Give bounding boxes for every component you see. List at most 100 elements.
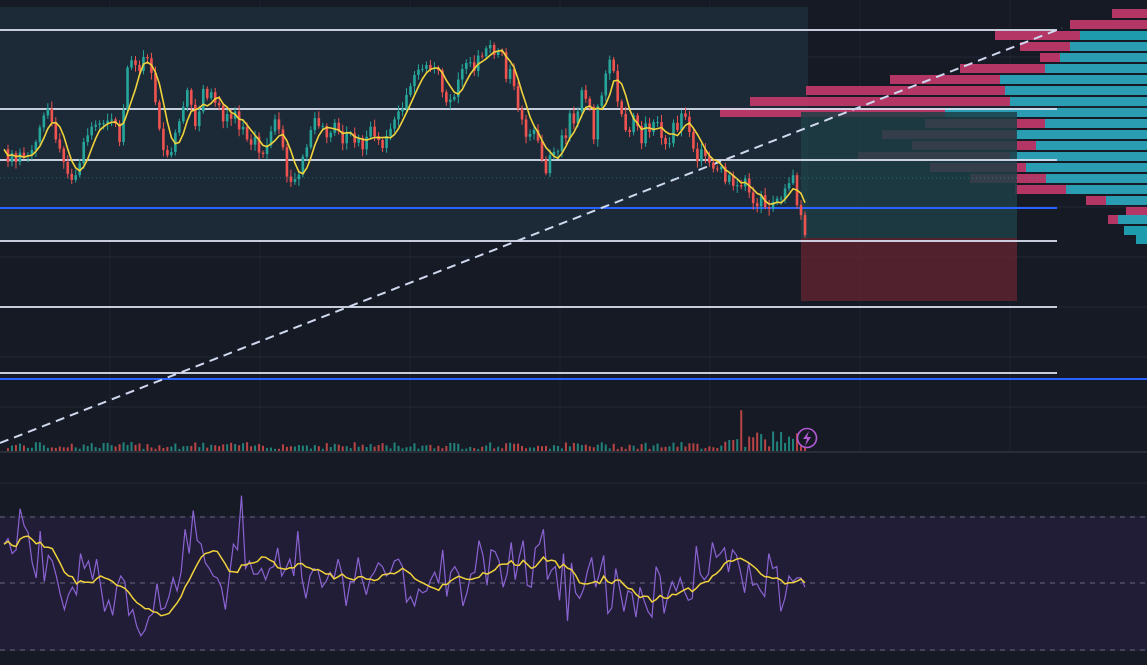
candle-body xyxy=(664,138,667,144)
volume-bar xyxy=(572,442,575,451)
volume-bar xyxy=(22,445,25,451)
volume-bar xyxy=(158,445,161,451)
volume-bar xyxy=(664,446,667,451)
candle-body xyxy=(528,134,532,137)
volume-bar xyxy=(540,446,543,451)
candle-body xyxy=(249,139,253,145)
volume-bar xyxy=(42,445,45,451)
volume-bar xyxy=(792,438,795,451)
volume-bar xyxy=(190,445,193,451)
volume-profile-bar xyxy=(1080,31,1147,40)
volume-bar xyxy=(150,447,153,451)
candle-body xyxy=(277,119,281,130)
candle-body xyxy=(727,175,731,182)
candle-body xyxy=(544,159,548,174)
volume-bar xyxy=(509,442,512,451)
volume-bar xyxy=(405,447,408,451)
candle-body xyxy=(82,141,86,164)
candle-body xyxy=(345,133,349,144)
volume-bar xyxy=(130,442,133,451)
volume-bar xyxy=(445,445,448,451)
candle-body xyxy=(680,113,683,131)
candle-body xyxy=(297,174,301,180)
volume-bar xyxy=(341,446,344,451)
volume-bar xyxy=(652,445,655,451)
volume-bar xyxy=(760,434,763,451)
volume-profile-bar xyxy=(1070,42,1147,51)
volume-bar xyxy=(525,448,528,451)
candle-body xyxy=(245,126,249,140)
candle-body xyxy=(644,123,647,144)
volume-bar xyxy=(10,445,13,451)
candle-body xyxy=(652,122,655,133)
volume-bar xyxy=(321,448,324,451)
candle-body xyxy=(90,126,93,136)
volume-profile-bar xyxy=(1046,174,1147,183)
candle-body xyxy=(74,175,78,180)
volume-bar xyxy=(576,443,579,451)
volume-bar xyxy=(38,442,41,451)
volume-profile-bar xyxy=(1005,86,1147,95)
volume-bar xyxy=(668,446,671,451)
volume-bar xyxy=(134,444,137,451)
candle-body xyxy=(130,60,133,68)
candle-body xyxy=(313,118,317,131)
candle-body xyxy=(98,123,101,125)
volume-bar xyxy=(473,447,476,451)
candle-body xyxy=(285,147,289,177)
candle-body xyxy=(580,90,584,112)
candle-body xyxy=(624,114,627,131)
candle-body xyxy=(42,115,46,128)
candle-body xyxy=(102,123,105,125)
volume-bar xyxy=(70,443,73,451)
trading-chart[interactable] xyxy=(0,0,1147,665)
volume-bar xyxy=(660,447,663,451)
volume-bar xyxy=(556,445,559,451)
volume-bar xyxy=(102,442,105,451)
volume-bar xyxy=(186,446,189,451)
candle-body xyxy=(122,110,125,142)
alert-badge[interactable] xyxy=(796,427,818,449)
candle-body xyxy=(146,56,149,59)
volume-bar xyxy=(644,442,647,451)
volume-bar xyxy=(704,448,707,451)
target-zone[interactable] xyxy=(801,112,1017,238)
volume-bar xyxy=(688,443,691,451)
volume-bar xyxy=(692,443,695,451)
volume-profile-bar xyxy=(1036,141,1147,150)
volume-bar xyxy=(373,446,376,451)
volume-bar xyxy=(672,442,675,451)
volume-bar xyxy=(413,443,416,451)
volume-bar xyxy=(170,446,173,451)
volume-bar xyxy=(258,443,261,451)
volume-bar xyxy=(281,444,284,451)
candle-body xyxy=(700,149,703,162)
volume-bar xyxy=(273,448,276,451)
volume-bar xyxy=(154,448,157,451)
candle-body xyxy=(656,122,659,124)
candle-body xyxy=(253,136,257,145)
stop-zone[interactable] xyxy=(801,238,1017,301)
volume-bar xyxy=(732,440,735,451)
volume-bar xyxy=(66,447,69,451)
candle-body xyxy=(281,129,285,148)
candle-body xyxy=(676,122,679,131)
volume-bar xyxy=(250,446,253,451)
volume-bar xyxy=(425,445,428,451)
volume-bar xyxy=(592,447,595,451)
volume-bar xyxy=(214,445,217,451)
candle-body xyxy=(672,122,675,144)
volume-bar xyxy=(409,446,412,451)
volume-bar xyxy=(389,448,392,451)
candle-body xyxy=(620,101,623,115)
candle-body xyxy=(405,94,408,109)
volume-bar xyxy=(82,444,85,451)
candle-body xyxy=(70,173,74,180)
candle-body xyxy=(365,136,368,150)
volume-bar xyxy=(537,445,539,451)
volume-profile-bar xyxy=(1000,75,1147,84)
volume-bar xyxy=(568,446,571,451)
candle-body xyxy=(548,155,552,174)
volume-bar xyxy=(289,446,292,451)
volume-bar xyxy=(305,445,308,451)
